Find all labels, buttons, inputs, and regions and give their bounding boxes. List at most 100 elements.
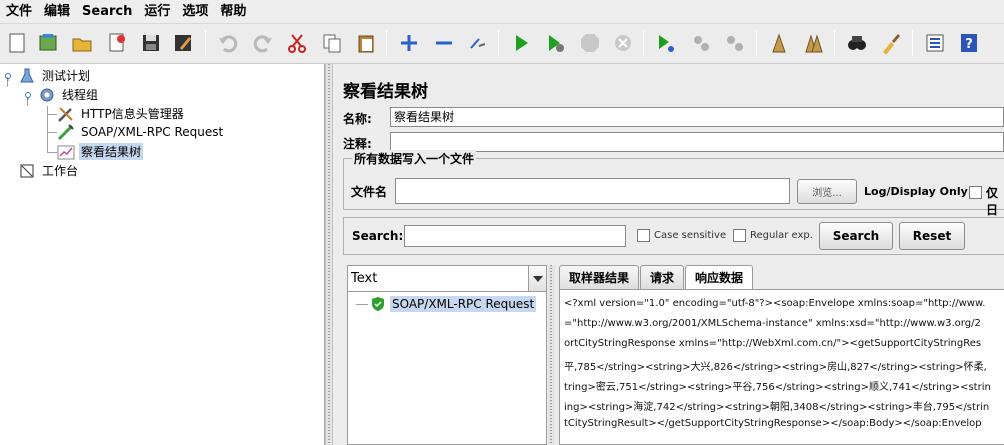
gear-icon <box>38 86 56 104</box>
menu-bar: 文件 编辑 Search 运行 选项 帮助 <box>0 0 1004 24</box>
case-sensitive-checkbox[interactable] <box>637 229 650 242</box>
shutdown-icon[interactable] <box>609 29 637 57</box>
errors-only-label: 仅日 <box>986 186 999 217</box>
response-data-text[interactable]: <?xml version="1.0" encoding="utf-8"?><s… <box>559 289 1004 445</box>
tree-node-soap-request[interactable]: SOAP/XML-RPC Request <box>57 122 225 141</box>
comment-field[interactable] <box>390 132 1004 152</box>
tree-label-test-plan: 测试计划 <box>42 69 91 83</box>
response-line: tring>密云,751</string><string>平谷,756</str… <box>564 382 991 393</box>
response-line: tCityStringResult></getSupportCityString… <box>564 418 982 429</box>
tab-request[interactable]: 请求 <box>640 265 685 289</box>
clear-all-icon[interactable] <box>800 29 828 57</box>
tree-node-thread-group[interactable]: 线程组 <box>22 85 100 104</box>
search-label: Search: <box>352 229 404 243</box>
file-group-title: 所有数据写入一个文件 <box>352 150 477 167</box>
undo-icon[interactable] <box>214 29 242 57</box>
result-tabs: 取样器结果 请求 响应数据 <box>559 265 754 289</box>
tree-label-view-results-tree: 察看结果树 <box>79 143 144 160</box>
tree-label-http-header-manager: HTTP信息头管理器 <box>81 107 184 121</box>
chevron-down-icon[interactable] <box>528 266 546 291</box>
tree-toggle-icon[interactable] <box>22 86 34 104</box>
menu-edit[interactable]: 编辑 <box>38 0 76 24</box>
test-plan-icon <box>18 67 36 85</box>
filename-label: 文件名 <box>351 185 388 199</box>
save-icon[interactable] <box>137 29 165 57</box>
menu-options[interactable]: 选项 <box>176 0 214 24</box>
start-no-pause-icon[interactable] <box>541 29 569 57</box>
response-line: ing><string>海淀,742</string><string>朝阳,34… <box>564 402 990 413</box>
panel-title: 察看结果树 <box>343 82 428 102</box>
tree-node-test-plan[interactable]: 测试计划 <box>2 66 92 85</box>
results-splitter[interactable] <box>548 265 555 445</box>
main-splitter[interactable] <box>325 64 333 445</box>
templates-icon[interactable] <box>34 29 62 57</box>
help-icon[interactable]: ? <box>955 29 983 57</box>
regex-checkbox[interactable] <box>733 229 746 242</box>
sample-label: SOAP/XML-RPC Request <box>390 296 537 312</box>
response-line: ="http://www.w3.org/2001/XMLSchema-insta… <box>564 318 981 329</box>
redo-icon[interactable] <box>249 29 277 57</box>
sample-list-item[interactable]: SOAP/XML-RPC Request <box>356 294 537 314</box>
name-row: 名称: <box>343 108 389 128</box>
remote-stop-icon[interactable] <box>687 29 715 57</box>
expand-icon[interactable] <box>395 29 423 57</box>
remote-start-icon[interactable] <box>652 29 680 57</box>
renderer-select[interactable]: Text <box>348 266 546 292</box>
menu-help[interactable]: 帮助 <box>214 0 252 24</box>
browse-button[interactable]: 浏览... <box>797 179 857 204</box>
function-helper-icon[interactable] <box>921 29 949 57</box>
menu-file[interactable]: 文件 <box>0 0 38 24</box>
name-field[interactable]: 察看结果树 <box>390 107 1004 127</box>
response-line: ortCityStringResponse xmlns="http://WebX… <box>564 338 982 349</box>
menu-search[interactable]: Search <box>76 0 138 24</box>
start-icon[interactable] <box>507 29 535 57</box>
sample-result-list: Text SOAP/XML-RPC Request <box>347 265 547 445</box>
response-line: <?xml version="1.0" encoding="utf-8"?><s… <box>564 298 986 309</box>
copy-icon[interactable] <box>318 29 346 57</box>
new-icon[interactable] <box>3 29 31 57</box>
tree-toggle-icon[interactable] <box>2 67 14 85</box>
test-tree: 测试计划 线程组 HTTP信息头管理器 SOAP/XML-RPC Request… <box>0 64 325 445</box>
search-icon[interactable] <box>843 29 871 57</box>
case-sensitive-label: Case sensitive <box>654 230 727 241</box>
save-as-icon[interactable] <box>169 29 197 57</box>
reset-search-icon[interactable] <box>877 29 905 57</box>
open-icon[interactable] <box>68 29 96 57</box>
cut-icon[interactable] <box>283 29 311 57</box>
search-button[interactable]: Search <box>819 222 893 250</box>
clear-icon[interactable] <box>765 29 793 57</box>
close-icon[interactable] <box>103 29 131 57</box>
wrench-icon <box>57 105 75 123</box>
collapse-icon[interactable] <box>430 29 458 57</box>
svg-text:?: ? <box>965 37 973 52</box>
tree-node-workbench[interactable]: 工作台 <box>18 161 80 180</box>
tree-label-workbench: 工作台 <box>42 164 79 178</box>
results-chart-icon <box>57 143 75 161</box>
search-input[interactable] <box>404 225 626 247</box>
errors-only-checkbox[interactable] <box>969 186 982 199</box>
tab-sampler-result[interactable]: 取样器结果 <box>559 265 640 289</box>
tree-node-view-results-tree[interactable]: 察看结果树 <box>57 142 144 161</box>
regex-label: Regular exp. <box>750 230 813 241</box>
reset-button[interactable]: Reset <box>899 222 965 250</box>
pipette-icon <box>57 123 75 141</box>
toolbar: ? <box>0 24 1004 64</box>
tree-node-http-header-manager[interactable]: HTTP信息头管理器 <box>57 104 186 123</box>
name-label: 名称: <box>343 111 372 126</box>
tab-response-data[interactable]: 响应数据 <box>685 265 754 289</box>
filename-field[interactable] <box>395 178 790 204</box>
menu-run[interactable]: 运行 <box>138 0 176 24</box>
remote-shutdown-icon[interactable] <box>721 29 749 57</box>
comment-label: 注释: <box>343 136 372 151</box>
workbench-icon <box>18 162 36 180</box>
toggle-icon[interactable] <box>464 29 492 57</box>
stop-icon[interactable] <box>576 29 604 57</box>
tree-label-thread-group: 线程组 <box>62 88 99 102</box>
response-line: 平,785</string><string>大兴,826</string><st… <box>564 362 987 373</box>
view-results-tree-panel: 察看结果树 名称: 察看结果树 注释: 所有数据写入一个文件 文件名 浏览...… <box>333 64 1004 445</box>
tree-label-soap-request: SOAP/XML-RPC Request <box>81 124 224 139</box>
renderer-value: Text <box>351 271 378 286</box>
success-shield-icon <box>370 296 386 312</box>
log-display-label: Log/Display Only: <box>864 185 973 198</box>
paste-icon[interactable] <box>352 29 380 57</box>
